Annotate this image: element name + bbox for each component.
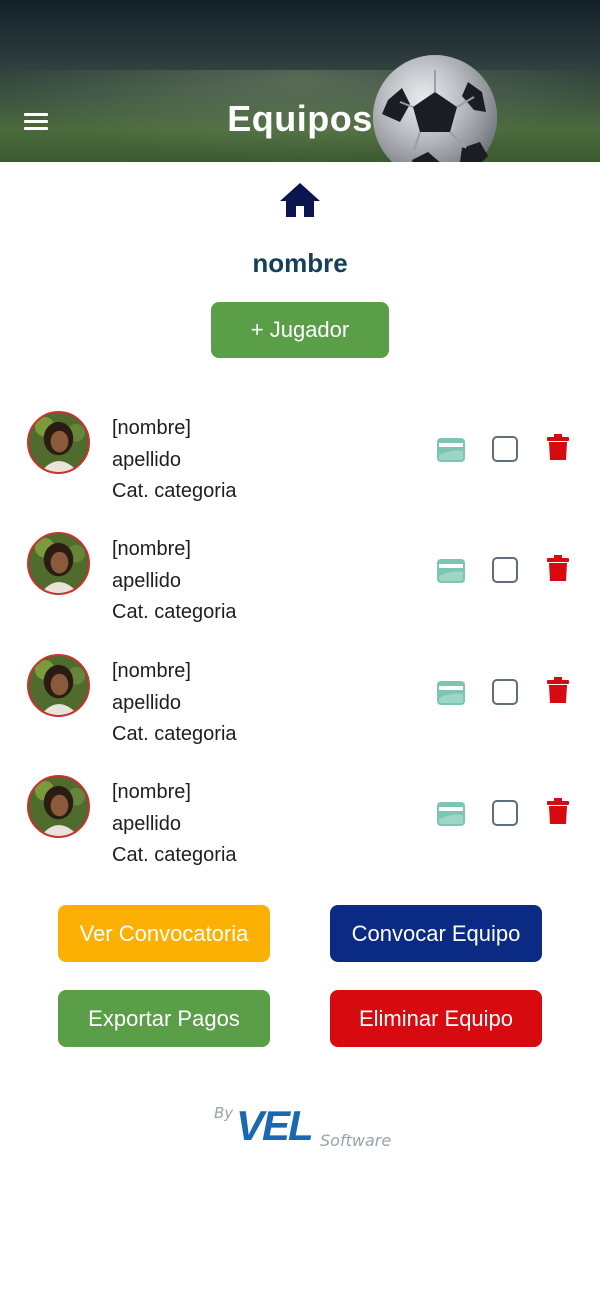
player-list-item[interactable]: [nombre] apellido Cat. categoria (0, 532, 600, 642)
header-banner: Equipos (0, 0, 600, 162)
team-name: nombre (252, 248, 348, 278)
player-name: [nombre] (112, 538, 191, 560)
delete-trash-icon[interactable] (546, 676, 570, 704)
player-info: [nombre] apellido Cat. categoria (112, 413, 237, 508)
player-info: [nombre] apellido Cat. categoria (112, 534, 237, 629)
player-category: Cat. categoria (112, 601, 237, 623)
player-avatar (27, 775, 90, 838)
player-surname: apellido (112, 569, 181, 592)
player-category: Cat. categoria (112, 480, 237, 502)
player-select-checkbox[interactable] (492, 800, 518, 826)
player-surname: apellido (112, 448, 181, 471)
player-list-item[interactable]: [nombre] apellido Cat. categoria (0, 775, 600, 885)
player-avatar (27, 411, 90, 474)
player-category: Cat. categoria (112, 844, 237, 866)
player-list-item[interactable]: [nombre] apellido Cat. categoria (0, 654, 600, 764)
player-avatar (27, 532, 90, 595)
convocar-equipo-button[interactable]: Convocar Equipo (330, 905, 542, 962)
vel-software-logo: By VEL Software (210, 1100, 400, 1156)
brand-software-text: Software (320, 1131, 392, 1150)
player-surname: apellido (112, 812, 181, 835)
exportar-pagos-button[interactable]: Exportar Pagos (58, 990, 270, 1047)
ver-convocatoria-button[interactable]: Ver Convocatoria (58, 905, 270, 962)
delete-trash-icon[interactable] (546, 554, 570, 582)
player-name: [nombre] (112, 660, 191, 682)
payment-card-icon[interactable] (436, 437, 466, 463)
payment-card-icon[interactable] (436, 680, 466, 706)
payment-card-icon[interactable] (436, 558, 466, 584)
delete-trash-icon[interactable] (546, 433, 570, 461)
player-name: [nombre] (112, 781, 191, 803)
brand-by-text: By (214, 1104, 234, 1122)
player-list-item[interactable]: [nombre] apellido Cat. categoria (0, 411, 600, 521)
delete-trash-icon[interactable] (546, 797, 570, 825)
eliminar-equipo-button[interactable]: Eliminar Equipo (330, 990, 542, 1047)
player-info: [nombre] apellido Cat. categoria (112, 777, 237, 872)
home-icon[interactable] (279, 181, 321, 219)
payment-card-icon[interactable] (436, 801, 466, 827)
page-title: Equipos (227, 98, 373, 139)
player-surname: apellido (112, 691, 181, 714)
player-select-checkbox[interactable] (492, 679, 518, 705)
player-info: [nombre] apellido Cat. categoria (112, 656, 237, 751)
player-select-checkbox[interactable] (492, 436, 518, 462)
player-name: [nombre] (112, 417, 191, 439)
add-player-button[interactable]: + Jugador (211, 302, 389, 358)
brand-vel-text: VEL (236, 1102, 314, 1149)
player-category: Cat. categoria (112, 723, 237, 745)
player-avatar (27, 654, 90, 717)
player-select-checkbox[interactable] (492, 557, 518, 583)
